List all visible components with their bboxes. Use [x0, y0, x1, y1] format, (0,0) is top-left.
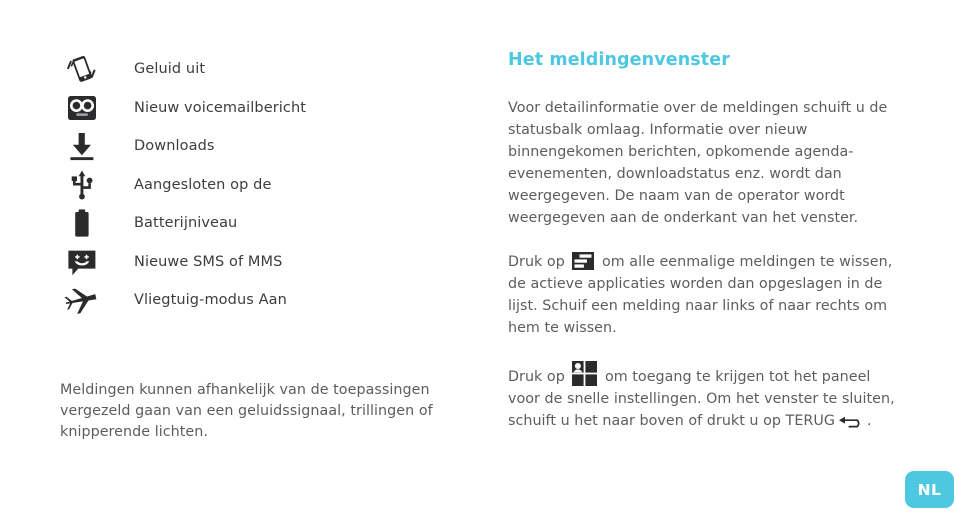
icon-label: Nieuw voicemailbericht	[134, 99, 307, 116]
paragraph-text-after: om alle eenmalige meldingen te wissen, d…	[508, 254, 893, 336]
airplane-mode-icon	[60, 284, 134, 316]
paragraph-quick-settings: Druk op om toegang te krijgen tot het pa…	[508, 361, 904, 432]
clear-notifications-icon	[572, 252, 595, 270]
list-item: Vliegtuig-modus Aan	[60, 281, 480, 320]
list-item: Batterijniveau	[60, 204, 480, 243]
sms-message-icon	[60, 246, 134, 278]
icon-label: Batterijniveau	[134, 215, 238, 232]
language-badge-label: NL	[917, 480, 942, 499]
list-item: Nieuwe SMS of MMS	[60, 243, 480, 282]
manual-page: Geluid uit Nieuw voicemailbericht Downlo…	[0, 0, 954, 527]
paragraph-text-after: om toegang te krijgen tot het paneel voo…	[508, 369, 895, 429]
icon-label: Vliegtuig-modus Aan	[134, 292, 287, 309]
list-item: Nieuw voicemailbericht	[60, 89, 480, 128]
icon-label: Geluid uit	[134, 61, 206, 78]
back-arrow-icon	[838, 415, 864, 429]
paragraph-clear-notifications: Druk op om alle eenmalige meldingen te w…	[508, 251, 904, 339]
list-item: Downloads	[60, 127, 480, 166]
notification-panel-column: Het meldingenvenster Voor detailinformat…	[508, 50, 904, 432]
battery-icon	[60, 207, 134, 239]
paragraph-text-before: Druk op	[508, 369, 565, 385]
icon-label: Aangesloten op de	[134, 176, 272, 193]
download-icon	[60, 130, 134, 162]
quick-settings-grid-icon	[572, 361, 598, 386]
paragraph-intro: Voor detailinformatie over de meldingen …	[508, 100, 888, 226]
list-item: Aangesloten op de	[60, 166, 480, 205]
language-badge[interactable]: NL	[905, 471, 954, 508]
notification-icon-list: Geluid uit Nieuw voicemailbericht Downlo…	[60, 50, 480, 320]
usb-icon	[60, 169, 134, 201]
icon-legend-column: Geluid uit Nieuw voicemailbericht Downlo…	[60, 50, 480, 320]
icon-label: Nieuwe SMS of MMS	[134, 253, 283, 270]
page-title: Het meldingenvenster	[508, 50, 730, 70]
paragraph-text-before: Druk op	[508, 254, 565, 270]
paragraph-text-trailing: .	[866, 413, 872, 429]
vibrate-phone-icon	[60, 53, 134, 85]
list-item: Geluid uit	[60, 50, 480, 89]
voicemail-icon	[60, 92, 134, 124]
icon-label: Downloads	[134, 138, 215, 155]
notifications-note: Meldingen kunnen afhankelijk van de toep…	[60, 382, 433, 441]
